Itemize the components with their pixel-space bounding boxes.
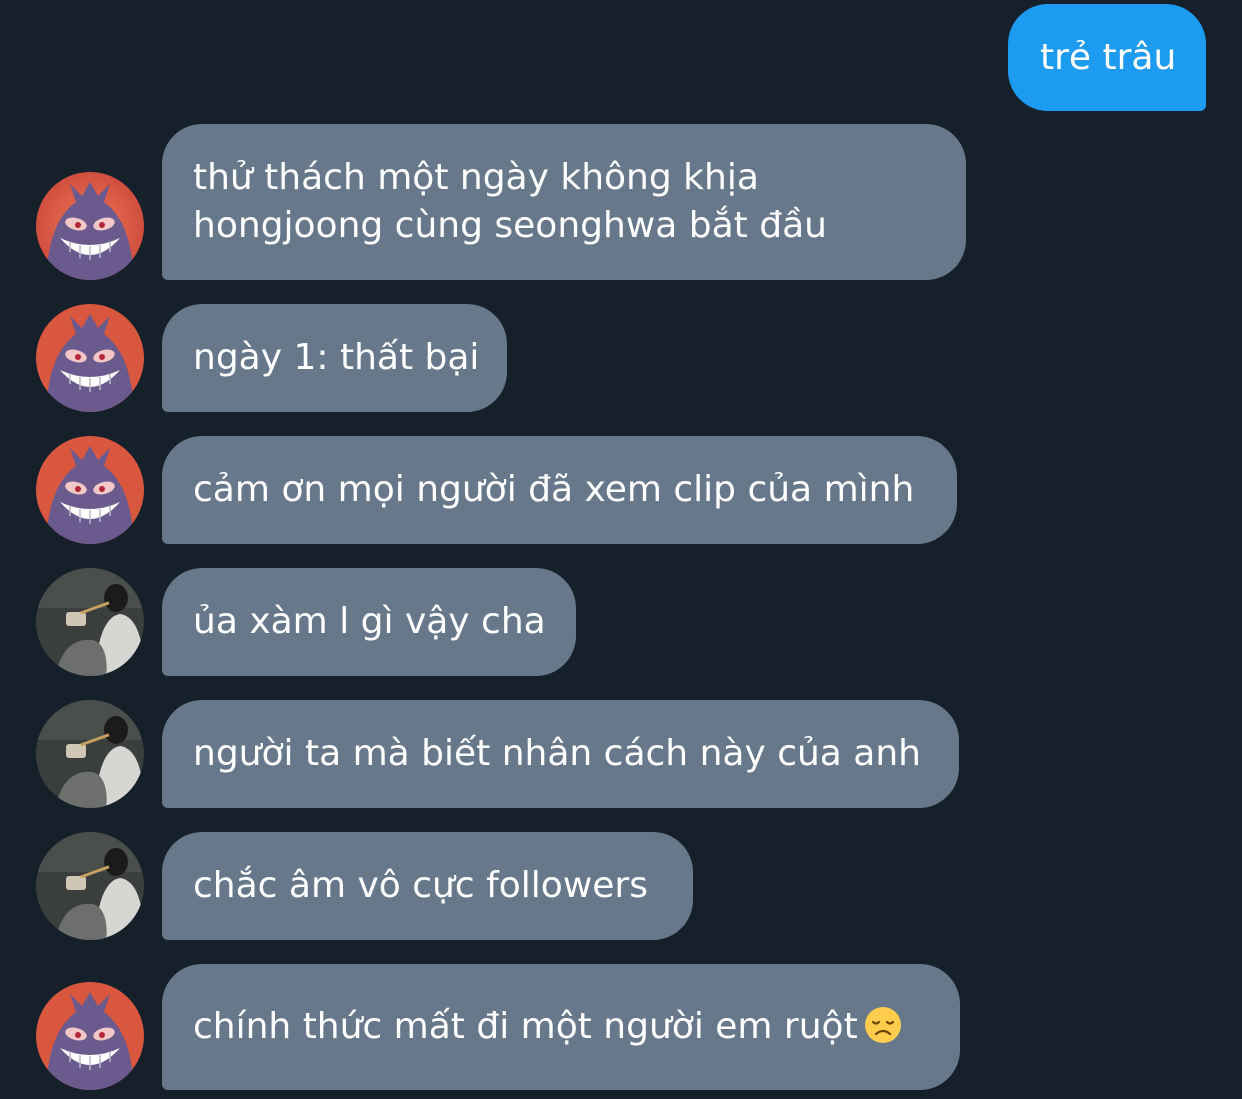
message-text-row: chính thức mất đi một người em ruột <box>193 1003 928 1051</box>
message-bubble-received[interactable]: thử thách một ngày không khịa hongjoong … <box>162 124 966 280</box>
photo-avatar[interactable] <box>36 568 144 676</box>
gengar-avatar[interactable] <box>36 436 144 544</box>
photo-avatar[interactable] <box>36 832 144 940</box>
message-text: chính thức mất đi một người em ruột <box>193 1006 858 1047</box>
message-bubble-sent[interactable]: trẻ trâu <box>1008 4 1206 111</box>
disappointed-face-icon <box>864 1007 901 1043</box>
message-bubble-received[interactable]: chắc âm vô cực followers <box>162 832 693 940</box>
gengar-avatar[interactable] <box>36 172 144 280</box>
message-text: ủa xàm l gì vậy cha <box>193 601 546 642</box>
message-text: trẻ trâu <box>1040 37 1177 78</box>
message-bubble-received[interactable]: người ta mà biết nhân cách này của anh <box>162 700 959 808</box>
message-text: ngày 1: thất bại <box>193 337 480 378</box>
message-text: người ta mà biết nhân cách này của anh <box>193 733 921 774</box>
message-text: hongjoong cùng seonghwa bắt đầu <box>193 205 827 246</box>
message-text: thử thách một ngày không khịa <box>193 157 759 198</box>
message-text: chắc âm vô cực followers <box>193 865 648 906</box>
message-text: cảm ơn mọi người đã xem clip của mình <box>193 469 915 510</box>
gengar-avatar[interactable] <box>36 304 144 412</box>
message-bubble-received[interactable]: cảm ơn mọi người đã xem clip của mình <box>162 436 957 544</box>
photo-avatar[interactable] <box>36 700 144 808</box>
gengar-avatar[interactable] <box>36 982 144 1090</box>
message-bubble-received[interactable]: chính thức mất đi một người em ruột <box>162 964 960 1090</box>
message-bubble-received[interactable]: ủa xàm l gì vậy cha <box>162 568 576 676</box>
message-bubble-received[interactable]: ngày 1: thất bại <box>162 304 507 412</box>
